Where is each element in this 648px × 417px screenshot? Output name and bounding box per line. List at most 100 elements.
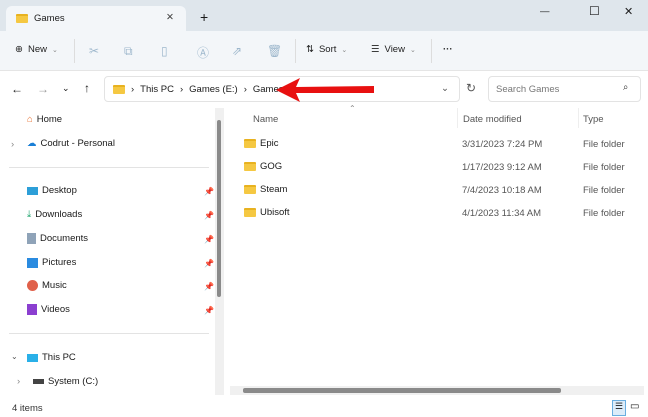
folder-icon — [16, 14, 28, 23]
sidebar-item-home[interactable]: ⌂ Home — [27, 114, 62, 125]
sidebar-scrollbar[interactable] — [215, 108, 224, 395]
address-dropdown-icon[interactable]: ⌄ — [441, 83, 449, 94]
breadcrumb-games-drive[interactable]: Games (E:) — [189, 84, 238, 95]
minimize-button[interactable]: — — [540, 6, 550, 17]
file-date: 1/17/2023 9:12 AM — [462, 162, 542, 173]
folder-icon — [244, 139, 256, 148]
recent-locations-icon[interactable]: ⌄ — [62, 83, 70, 94]
sidebar-item-pictures[interactable]: Pictures — [27, 257, 76, 268]
delete-icon[interactable]: 🗑 — [267, 44, 282, 58]
sidebar-item-documents[interactable]: Documents — [27, 233, 88, 244]
more-options-button[interactable]: ··· — [443, 44, 453, 55]
paste-icon[interactable]: ▯ — [161, 44, 168, 58]
file-type: File folder — [583, 162, 625, 173]
breadcrumb-this-pc[interactable]: This PC — [140, 84, 174, 95]
tab-games[interactable]: Games ✕ — [6, 6, 186, 31]
label: Documents — [40, 233, 89, 244]
column-header-date[interactable]: Date modified — [463, 114, 522, 125]
home-icon: ⌂ — [27, 114, 33, 125]
label: Pictures — [42, 257, 77, 268]
label: Downloads — [35, 209, 83, 220]
expand-icon[interactable]: › — [11, 139, 14, 150]
navigation-pane: ⌂ Home › ☁ Codrut - Personal Desktop 📌 ⤓ Dow… — [0, 108, 227, 393]
search-input[interactable]: Search Games ⌕ — [488, 76, 641, 102]
new-button[interactable]: ⊕ New ⌄ — [15, 44, 58, 55]
file-type: File folder — [583, 208, 625, 219]
computer-icon — [27, 353, 38, 362]
sidebar-item-music[interactable]: Music — [27, 280, 67, 291]
label: Codrut - Personal — [40, 138, 115, 149]
file-row[interactable]: Epic — [244, 138, 278, 149]
column-header-name[interactable]: Name — [253, 114, 278, 125]
close-tab-icon[interactable]: ✕ — [166, 12, 174, 23]
pin-icon[interactable]: 📌 — [204, 211, 214, 220]
view-icon: ☰ — [371, 44, 380, 55]
folder-icon — [244, 208, 256, 217]
file-date: 4/1/2023 11:34 AM — [462, 208, 542, 219]
file-row[interactable]: GOG — [244, 161, 282, 172]
tiles-view-icon[interactable]: ▭ — [630, 401, 639, 412]
file-type: File folder — [583, 185, 625, 196]
label: System (C:) — [48, 376, 99, 387]
close-window-button[interactable]: ✕ — [624, 5, 633, 18]
videos-icon — [27, 304, 37, 315]
folder-icon — [244, 162, 256, 171]
file-name: Ubisoft — [260, 207, 290, 218]
documents-icon — [27, 233, 36, 244]
share-icon[interactable]: ⇗ — [232, 44, 242, 58]
refresh-icon[interactable]: ↻ — [466, 81, 476, 95]
drive-icon — [33, 379, 44, 384]
label: Music — [42, 280, 67, 291]
folder-icon — [244, 185, 256, 194]
maximize-button[interactable]: ☐ — [589, 4, 600, 18]
item-count: 4 items — [12, 403, 43, 414]
sort-label: Sort — [318, 44, 337, 55]
pin-icon[interactable]: 📌 — [204, 187, 214, 196]
pictures-icon — [27, 257, 38, 268]
rename-icon[interactable]: Ⓐ — [197, 44, 209, 61]
file-name: Epic — [260, 138, 279, 149]
pin-icon[interactable]: 📌 — [204, 235, 214, 244]
view-button[interactable]: ☰ View ⌄ — [371, 44, 416, 55]
search-placeholder: Search Games — [496, 83, 560, 95]
sidebar-item-desktop[interactable]: Desktop — [27, 185, 77, 196]
cloud-icon: ☁ — [27, 138, 37, 149]
status-bar: 4 items ☰ ▭ — [0, 400, 648, 417]
cut-icon[interactable]: ✂ — [89, 44, 99, 58]
label: This PC — [42, 352, 76, 363]
sort-icon: ⇅ — [306, 44, 314, 55]
label: Videos — [41, 304, 70, 315]
horizontal-scrollbar[interactable] — [230, 386, 644, 395]
plus-circle-icon: ⊕ — [15, 44, 23, 55]
sidebar-item-downloads[interactable]: ⤓ Downloads — [27, 209, 82, 220]
sort-button[interactable]: ⇅ Sort ⌄ — [306, 44, 347, 55]
details-view-icon[interactable]: ☰ — [612, 400, 626, 416]
back-icon[interactable]: ← — [11, 82, 23, 96]
search-icon: ⌕ — [623, 82, 629, 93]
red-arrow-annotation — [276, 78, 374, 102]
copy-icon[interactable]: ⧉ — [124, 44, 133, 59]
file-row[interactable]: Ubisoft — [244, 207, 290, 218]
view-label: View — [384, 44, 405, 55]
sidebar-item-onedrive[interactable]: ☁ Codrut - Personal — [27, 138, 115, 149]
sort-ascending-icon: ⌃ — [349, 104, 356, 113]
column-header-type[interactable]: Type — [583, 114, 604, 125]
file-name: Steam — [260, 184, 288, 195]
file-name: GOG — [260, 161, 283, 172]
new-tab-button[interactable]: + — [200, 9, 208, 25]
expand-icon[interactable]: › — [17, 376, 20, 387]
file-date: 7/4/2023 10:18 AM — [462, 185, 542, 196]
collapse-icon[interactable]: ⌄ — [11, 352, 18, 361]
command-bar: ⊕ New ⌄ ✂ ⧉ ▯ Ⓐ ⇗ 🗑 ⇅ Sort ⌄ ☰ View ⌄ ··· — [0, 31, 648, 71]
file-row[interactable]: Steam — [244, 184, 287, 195]
sidebar-item-videos[interactable]: Videos — [27, 304, 70, 315]
pin-icon[interactable]: 📌 — [204, 282, 214, 291]
pin-icon[interactable]: 📌 — [204, 306, 214, 315]
sidebar-item-system-c[interactable]: System (C:) — [33, 376, 98, 387]
file-type: File folder — [583, 139, 625, 150]
forward-icon[interactable]: → — [37, 82, 49, 96]
sidebar-item-this-pc[interactable]: This PC — [27, 352, 76, 363]
tab-title: Games — [34, 13, 65, 24]
up-icon[interactable]: ↑ — [84, 81, 90, 95]
pin-icon[interactable]: 📌 — [204, 259, 214, 268]
